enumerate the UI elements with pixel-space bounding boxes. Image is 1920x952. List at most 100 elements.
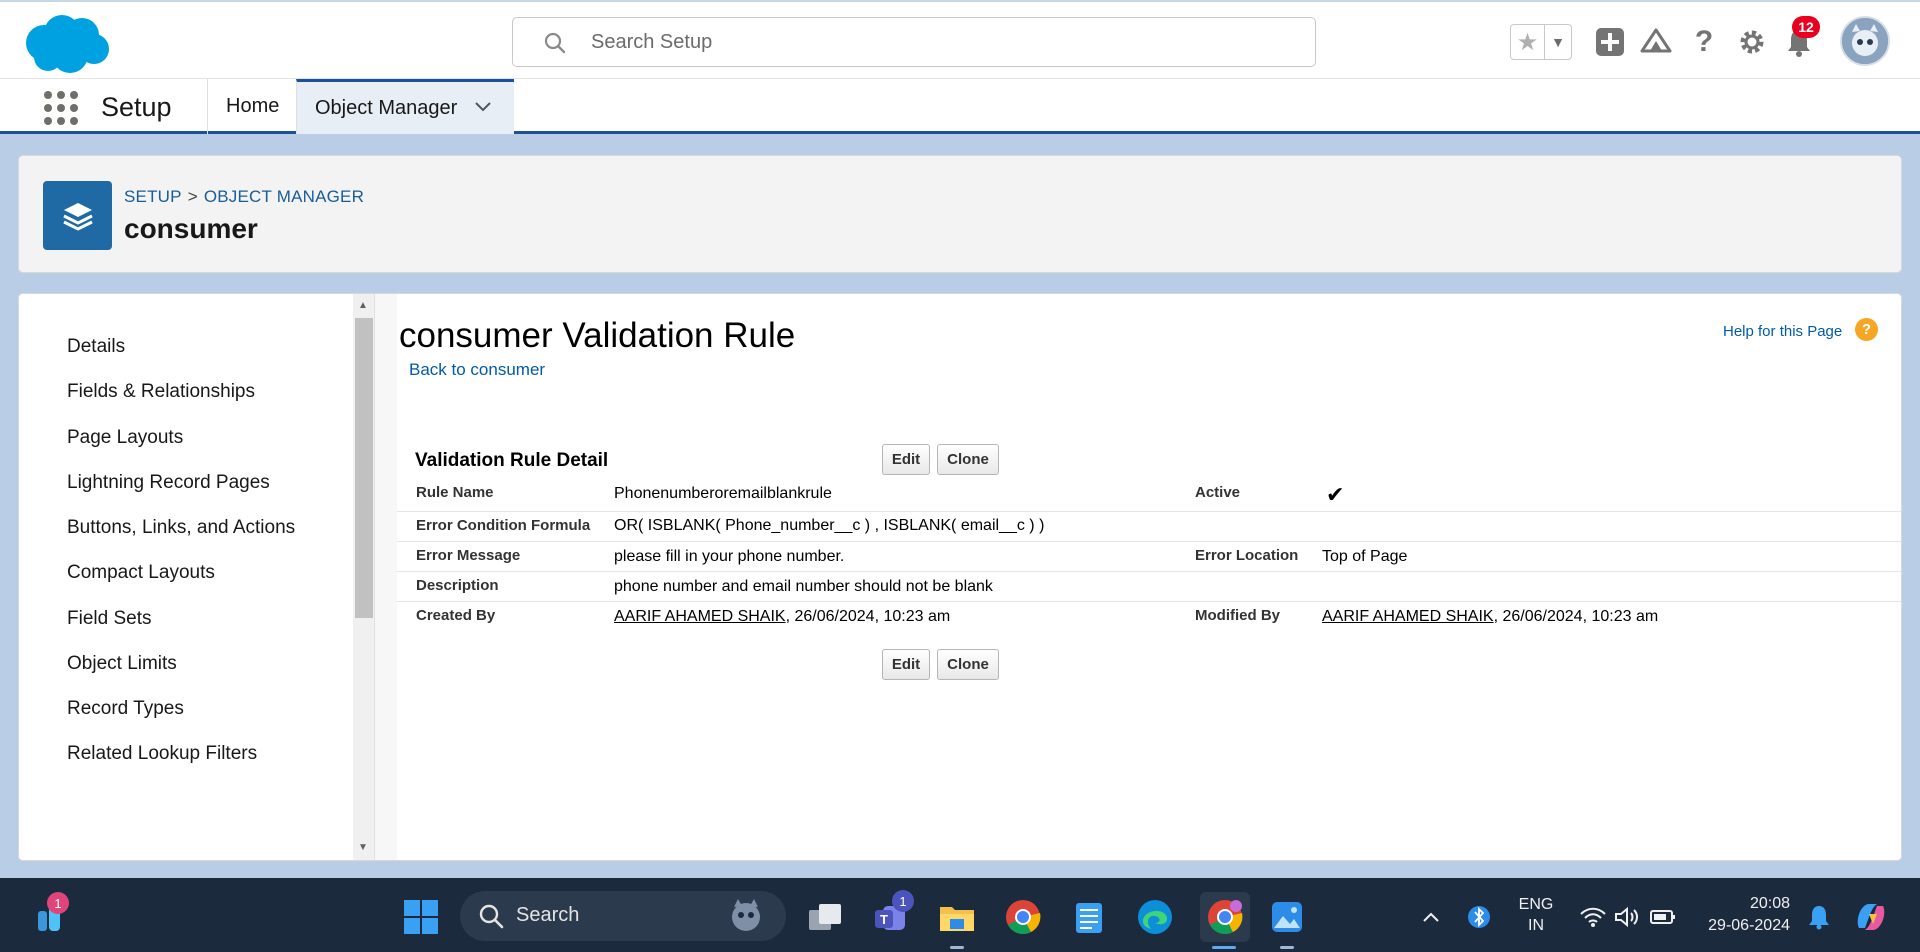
error-location-label: Error Location bbox=[1195, 547, 1299, 564]
scrollbar-thumb[interactable] bbox=[355, 318, 373, 618]
detail-row-formula: Error Condition Formula OR( ISBLANK( Pho… bbox=[397, 512, 1901, 542]
tab-home-label: Home bbox=[226, 95, 280, 117]
sidebar-item-compact-layouts[interactable]: Compact Layouts bbox=[67, 562, 215, 584]
error-location-value: Top of Page bbox=[1322, 548, 1408, 565]
scroll-down-arrow-icon[interactable]: ▼ bbox=[358, 842, 368, 853]
modified-by-user-link[interactable]: AARIF AHAMED SHAIK bbox=[1322, 608, 1494, 625]
chevron-down-icon[interactable]: ▼ bbox=[1545, 25, 1571, 59]
teams-badge: 1 bbox=[892, 890, 914, 912]
chrome-active-indicator bbox=[1212, 946, 1236, 949]
description-label: Description bbox=[416, 577, 499, 594]
tab-object-manager[interactable]: Object Manager bbox=[296, 79, 514, 134]
modified-by-label: Modified By bbox=[1195, 607, 1280, 624]
breadcrumb-setup[interactable]: SETUP bbox=[124, 187, 182, 206]
edge-icon[interactable] bbox=[1136, 898, 1174, 936]
notepad-icon[interactable] bbox=[1070, 898, 1108, 936]
app-name: Setup bbox=[101, 92, 172, 122]
taskbar-search[interactable]: Search bbox=[460, 891, 786, 941]
volume-icon[interactable] bbox=[1608, 898, 1646, 936]
rule-name-label: Rule Name bbox=[416, 484, 494, 501]
tab-home[interactable]: Home bbox=[207, 79, 297, 134]
created-by-label: Created By bbox=[416, 607, 496, 624]
task-view-icon[interactable] bbox=[806, 898, 844, 936]
clock-date: 29-06-2024 bbox=[1708, 917, 1790, 934]
trailhead-icon[interactable] bbox=[1640, 26, 1672, 58]
validation-rule-content: consumer Validation Rule Back to consume… bbox=[397, 294, 1901, 860]
sidebar-item-buttons-links-actions[interactable]: Buttons, Links, and Actions bbox=[67, 517, 295, 539]
windows-taskbar: 1 Search T 1 ENG IN 20:08 29-06-2024 bbox=[0, 878, 1920, 952]
sidebar-item-field-sets[interactable]: Field Sets bbox=[67, 608, 151, 630]
detail-row-description: Description phone number and email numbe… bbox=[397, 572, 1901, 602]
windows-start-icon[interactable] bbox=[402, 898, 440, 936]
bluetooth-icon[interactable] bbox=[1460, 898, 1498, 936]
formula-value: OR( ISBLANK( Phone_number__c ) , ISBLANK… bbox=[614, 517, 1045, 534]
sidebar-item-related-lookup-filters[interactable]: Related Lookup Filters bbox=[67, 743, 257, 765]
breadcrumb-separator: > bbox=[187, 187, 198, 206]
salesforce-logo-icon[interactable] bbox=[22, 13, 112, 75]
search-highlight-icon bbox=[726, 897, 766, 940]
clock[interactable]: 20:08 29-06-2024 bbox=[1690, 893, 1790, 937]
detail-row-created-modified: Created By AARIF AHAMED SHAIK, 26/06/202… bbox=[397, 602, 1901, 632]
battery-icon[interactable] bbox=[1644, 898, 1682, 936]
sidebar-item-lightning-record-pages[interactable]: Lightning Record Pages bbox=[67, 472, 270, 494]
sidebar-item-object-limits[interactable]: Object Limits bbox=[67, 653, 177, 675]
back-to-consumer-link[interactable]: Back to consumer bbox=[409, 360, 545, 380]
global-actions-add-icon[interactable] bbox=[1594, 26, 1626, 58]
copilot-icon[interactable] bbox=[1852, 898, 1890, 936]
search-icon bbox=[543, 31, 567, 55]
help-for-page-link[interactable]: Help for this Page bbox=[1723, 323, 1842, 340]
sidebar-item-fields-relationships[interactable]: Fields & Relationships bbox=[67, 381, 255, 403]
error-message-label: Error Message bbox=[416, 547, 521, 564]
favorites-button-group[interactable]: ★ ▼ bbox=[1510, 24, 1572, 60]
clone-button-bottom[interactable]: Clone bbox=[937, 649, 999, 680]
sidebar-scrollbar[interactable]: ▲ ▼ bbox=[353, 294, 375, 860]
photos-icon[interactable] bbox=[1268, 898, 1306, 936]
section-title: Validation Rule Detail bbox=[415, 450, 609, 471]
wifi-icon[interactable] bbox=[1574, 898, 1612, 936]
scroll-up-arrow-icon[interactable]: ▲ bbox=[358, 300, 368, 311]
clone-button-top[interactable]: Clone bbox=[937, 444, 999, 475]
created-by-user-link[interactable]: AARIF AHAMED SHAIK bbox=[614, 608, 786, 625]
chrome-icon[interactable] bbox=[1004, 898, 1042, 936]
help-circle-icon[interactable]: ? bbox=[1855, 318, 1878, 341]
chevron-down-icon[interactable] bbox=[475, 99, 492, 117]
user-avatar[interactable] bbox=[1840, 16, 1890, 66]
main-card: Details Fields & Relationships Page Layo… bbox=[18, 293, 1902, 861]
star-icon[interactable]: ★ bbox=[1511, 25, 1545, 59]
content-divider bbox=[375, 294, 397, 860]
sidebar-item-details[interactable]: Details bbox=[67, 336, 125, 358]
description-value: phone number and email number should not… bbox=[614, 578, 993, 595]
object-layers-icon bbox=[43, 181, 112, 250]
widgets-badge: 1 bbox=[47, 892, 69, 914]
breadcrumb-object-manager[interactable]: OBJECT MANAGER bbox=[204, 187, 364, 206]
notification-bell-icon[interactable] bbox=[1800, 898, 1838, 936]
sidebar-item-record-types[interactable]: Record Types bbox=[67, 698, 184, 720]
search-icon bbox=[478, 903, 504, 934]
breadcrumb: SETUP > OBJECT MANAGER bbox=[124, 187, 364, 207]
modified-by-date: , 26/06/2024, 10:23 am bbox=[1493, 608, 1659, 625]
language-indicator[interactable]: ENG IN bbox=[1508, 894, 1564, 936]
validation-rule-title: consumer Validation Rule bbox=[399, 316, 796, 355]
rule-name-value: Phonenumberoremailblankrule bbox=[614, 485, 832, 502]
language-line1: ENG bbox=[1518, 896, 1554, 913]
chrome-profile-icon[interactable] bbox=[1200, 892, 1250, 942]
context-bar: Setup Home Object Manager bbox=[0, 79, 1920, 134]
file-explorer-icon[interactable] bbox=[938, 898, 976, 936]
setup-search-box[interactable] bbox=[512, 17, 1316, 67]
help-icon[interactable]: ? bbox=[1688, 25, 1720, 58]
sidebar-item-page-layouts[interactable]: Page Layouts bbox=[67, 427, 183, 449]
app-launcher-icon[interactable] bbox=[42, 89, 78, 125]
active-label: Active bbox=[1195, 484, 1241, 501]
search-input[interactable] bbox=[591, 26, 1291, 58]
page-header: SETUP > OBJECT MANAGER consumer bbox=[18, 155, 1902, 273]
detail-row-rule-name: Rule Name Phonenumberoremailblankrule Ac… bbox=[397, 482, 1901, 512]
edit-button-bottom[interactable]: Edit bbox=[882, 649, 930, 680]
object-sidebar: Details Fields & Relationships Page Layo… bbox=[19, 294, 353, 860]
modified-by-value: AARIF AHAMED SHAIK, 26/06/2024, 10:23 am bbox=[1322, 608, 1658, 626]
chevron-up-icon[interactable] bbox=[1412, 898, 1450, 936]
created-by-value: AARIF AHAMED SHAIK, 26/06/2024, 10:23 am bbox=[614, 608, 950, 626]
gear-icon[interactable] bbox=[1736, 26, 1768, 58]
global-header: ★ ▼ ? 12 bbox=[0, 0, 1920, 79]
formula-label: Error Condition Formula bbox=[416, 517, 591, 534]
edit-button-top[interactable]: Edit bbox=[882, 444, 930, 475]
